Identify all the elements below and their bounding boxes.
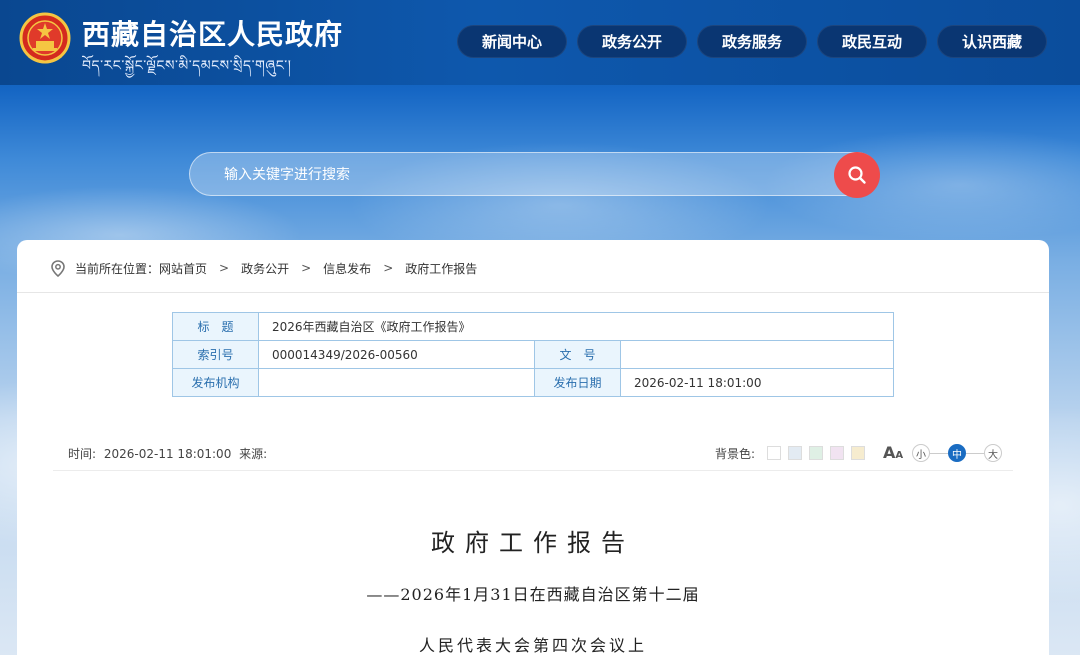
search-button[interactable] — [834, 152, 880, 198]
breadcrumb-separator: > — [301, 261, 312, 275]
nav-about-tibet[interactable]: 认识西藏 — [937, 25, 1047, 58]
bg-swatch-white[interactable] — [767, 446, 781, 460]
breadcrumb-prefix: 当前所在位置： — [75, 261, 160, 276]
search-bar — [189, 152, 880, 198]
divider — [17, 292, 1049, 293]
search-input[interactable] — [224, 164, 814, 186]
meta-index-value: 000014349/2026-00560 — [258, 340, 535, 369]
nav-gov-services[interactable]: 政务服务 — [697, 25, 807, 58]
bg-swatch-pink[interactable] — [830, 446, 844, 460]
font-size-selector: 小 中 大 — [912, 444, 1002, 462]
meta-docno-value — [620, 340, 894, 369]
meta-org-value — [258, 368, 535, 397]
meta-date-value: 2026-02-11 18:01:00 — [620, 368, 894, 397]
background-color-picker — [767, 446, 865, 460]
divider — [53, 470, 1013, 471]
breadcrumb-info-release[interactable]: 信息发布 — [323, 260, 371, 277]
content-card: 当前所在位置： 网站首页 > 政务公开 > 信息发布 > 政府工作报告 标 题 … — [17, 240, 1049, 655]
site-header: 西藏自治区人民政府 བོད་རང་སྐྱོང་ལྗོངས་མི་དམངས་སྲི… — [0, 0, 1080, 85]
document-meta-table: 标 题 2026年西藏自治区《政府工作报告》 索引号 000014349/202… — [172, 312, 894, 397]
font-size-medium-button[interactable]: 中 — [948, 444, 966, 462]
article-subtitle-line1: ——2026年1月31日在西藏自治区第十二届 — [366, 585, 700, 604]
meta-title-label: 标 题 — [172, 312, 259, 341]
location-pin-icon — [51, 259, 65, 277]
main-nav: 新闻中心 政务公开 政务服务 政民互动 认识西藏 — [457, 25, 1047, 58]
meta-index-label: 索引号 — [172, 340, 259, 369]
breadcrumb-current[interactable]: 政府工作报告 — [405, 260, 477, 277]
nav-interaction[interactable]: 政民互动 — [817, 25, 927, 58]
article-info-bar: 时间: 2026-02-11 18:01:00 来源: — [68, 445, 271, 462]
meta-org-label: 发布机构 — [172, 368, 259, 397]
article-title: 政府工作报告 — [431, 529, 635, 557]
search-icon — [848, 166, 866, 184]
time-value: 2026-02-11 18:01:00 — [103, 447, 232, 461]
font-size-track — [930, 452, 948, 454]
source-label: 来源: — [239, 447, 268, 461]
font-size-icon: AA — [883, 443, 904, 462]
breadcrumb-separator: > — [383, 261, 394, 275]
bg-swatch-green[interactable] — [809, 446, 823, 460]
breadcrumb-gov-affairs[interactable]: 政务公开 — [241, 260, 289, 277]
bg-swatch-blue[interactable] — [788, 446, 802, 460]
site-subtitle-tibetan: བོད་རང་སྐྱོང་ལྗོངས་མི་དམངས་སྲིད་གཞུང་། — [82, 58, 292, 74]
time-label: 时间: — [68, 447, 97, 461]
article-subtitle-line2: 人民代表大会第四次会议上 — [418, 636, 647, 655]
breadcrumb: 当前所在位置： 网站首页 > 政务公开 > 信息发布 > 政府工作报告 — [51, 258, 477, 278]
font-size-small-button[interactable]: 小 — [912, 444, 930, 462]
bg-swatch-yellow[interactable] — [851, 446, 865, 460]
site-title[interactable]: 西藏自治区人民政府 — [82, 13, 343, 53]
nav-gov-affairs-open[interactable]: 政务公开 — [577, 25, 687, 58]
meta-date-label: 发布日期 — [534, 368, 621, 397]
meta-title-value: 2026年西藏自治区《政府工作报告》 — [258, 312, 894, 341]
breadcrumb-home[interactable]: 网站首页 — [159, 260, 207, 277]
font-size-large-button[interactable]: 大 — [984, 444, 1002, 462]
nav-news-center[interactable]: 新闻中心 — [457, 25, 567, 58]
background-color-label: 背景色: — [715, 447, 756, 461]
meta-docno-label: 文 号 — [534, 340, 621, 369]
font-size-track — [966, 452, 984, 454]
national-emblem-logo[interactable] — [19, 12, 71, 68]
breadcrumb-separator: > — [219, 261, 230, 275]
